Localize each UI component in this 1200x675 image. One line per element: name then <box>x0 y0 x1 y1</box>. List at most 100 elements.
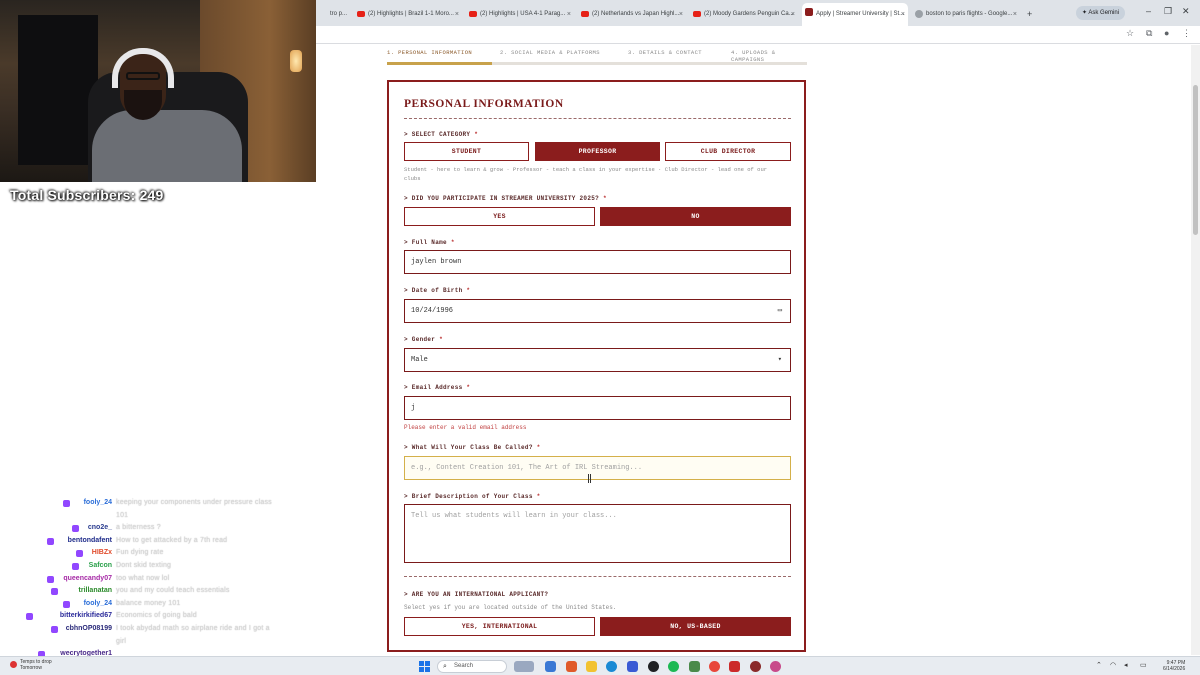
chat-username[interactable]: bentondafent <box>68 537 112 544</box>
category-club-director-button[interactable]: CLUB DIRECTOR <box>665 142 791 161</box>
class-description-label: > Brief Description of Your Class * <box>404 493 541 500</box>
browser-tab[interactable]: (2) Moody Gardens Penguin Ca... × <box>690 5 798 24</box>
dob-label: > Date of Birth * <box>404 287 471 294</box>
chrome-icon[interactable] <box>709 661 720 672</box>
new-tab-button[interactable]: + <box>1024 5 1038 24</box>
search-icon: ⌕ <box>443 663 447 670</box>
category-student-button[interactable]: STUDENT <box>404 142 529 161</box>
full-name-input[interactable]: jaylen brown <box>404 250 791 274</box>
volume-icon[interactable]: ◂ <box>1124 661 1128 669</box>
spotify-icon[interactable] <box>668 661 679 672</box>
chat-username[interactable]: Safcon <box>89 562 112 569</box>
app-icon[interactable] <box>729 661 740 672</box>
app-icon[interactable] <box>689 661 700 672</box>
close-window-icon[interactable]: ✕ <box>1182 6 1190 17</box>
close-tab-icon[interactable]: × <box>1013 5 1017 24</box>
email-error-text: Please enter a valid email address <box>404 424 527 431</box>
close-tab-icon[interactable]: × <box>567 5 571 24</box>
chat-message: bentondafent How to get attacked by a 7th… <box>0 536 300 549</box>
step-social-media[interactable]: 2. SOCIAL MEDIA & PLATFORMS <box>500 49 600 56</box>
app-icon[interactable] <box>648 661 659 672</box>
chat-username[interactable]: HIBZx <box>92 549 112 556</box>
ask-gemini-button[interactable]: ✦ Ask Gemini <box>1076 6 1126 20</box>
international-help-text: Select yes if you are located outside of… <box>404 604 617 611</box>
participated-yes-button[interactable]: YES <box>404 207 595 226</box>
taskbar-search-input[interactable]: ⌕ Search <box>437 660 507 673</box>
chat-badge-icon <box>76 550 83 558</box>
browser-tab[interactable]: (2) Netherlands vs Japan Highl... × <box>578 5 686 24</box>
close-tab-icon[interactable]: × <box>455 5 459 24</box>
page-scrollbar[interactable] <box>1191 45 1200 655</box>
profile-icon[interactable]: ● <box>1164 28 1169 38</box>
scrollbar-thumb[interactable] <box>1193 85 1198 235</box>
gender-select[interactable]: Male ▾ <box>404 348 791 372</box>
chat-username[interactable]: bitterkirkified67 <box>60 612 112 619</box>
battery-icon[interactable]: ▭ <box>1140 661 1147 669</box>
close-tab-icon[interactable]: × <box>679 5 683 24</box>
chat-message-text: I took abydad math so airplane ride and … <box>116 624 270 632</box>
minimize-icon[interactable]: – <box>1146 6 1151 16</box>
chat-message: cbhnOP08199 I took abydad math so airplan… <box>0 624 300 637</box>
app-icon[interactable] <box>770 661 781 672</box>
close-tab-icon[interactable]: × <box>901 3 905 26</box>
youtube-icon <box>357 11 365 17</box>
extensions-icon[interactable]: ⧉ <box>1146 28 1152 39</box>
step-uploads-campaigns[interactable]: 4. UPLOADS & CAMPAIGNS <box>731 49 807 63</box>
international-no-button[interactable]: NO, US-BASED <box>600 617 791 636</box>
task-view-icon[interactable] <box>545 661 556 672</box>
edge-icon[interactable] <box>606 661 617 672</box>
store-icon[interactable] <box>627 661 638 672</box>
chat-badge-icon <box>46 575 54 583</box>
chat-username[interactable]: fooly_24 <box>84 600 112 607</box>
page-title: PERSONAL INFORMATION <box>404 98 564 110</box>
chat-message-text: Economics of going bald <box>116 612 197 620</box>
email-input[interactable]: j <box>404 396 791 420</box>
browser-tab[interactable]: tro p... <box>316 5 350 24</box>
close-tab-icon[interactable]: × <box>791 5 795 24</box>
browser-tab[interactable]: (2) Highlights | Brazil 1-1 Moro... × <box>354 5 462 24</box>
chat-username[interactable]: queencandy07 <box>63 575 112 582</box>
calendar-icon[interactable]: ▭ <box>778 300 782 322</box>
chat-badge-icon <box>46 537 54 545</box>
youtube-icon <box>693 11 701 17</box>
menu-icon[interactable]: ⋮ <box>1182 28 1191 39</box>
chat-message: fooly_24 keeping your components under pr… <box>0 498 300 511</box>
dob-input[interactable]: 10/24/1996 ▭ <box>404 299 791 323</box>
chevron-down-icon: ▾ <box>777 356 782 364</box>
file-explorer-icon[interactable] <box>586 661 597 672</box>
category-professor-button[interactable]: PROFESSOR <box>535 142 660 161</box>
international-yes-button[interactable]: YES, INTERNATIONAL <box>404 617 595 636</box>
widgets-icon[interactable] <box>514 661 534 672</box>
taskbar-clock[interactable]: 9:47 PM 6/14/2026 <box>1163 660 1185 672</box>
tray-chevron-icon[interactable]: ⌃ <box>1096 661 1102 669</box>
subscriber-count: Total Subscribers: 249 <box>10 187 164 203</box>
weather-widget[interactable]: Temps to drop Tomorrow <box>10 659 52 671</box>
chat-message: HIBZx Fun dying rate <box>0 548 300 561</box>
browser-tab[interactable]: boston to paris flights - Google... × <box>912 5 1020 24</box>
browser-tab-active[interactable]: Apply | Streamer University | St... × <box>802 3 908 26</box>
chat-username[interactable]: trillanatan <box>79 587 112 594</box>
progress-fill <box>387 62 492 65</box>
chat-badge-icon <box>71 562 79 570</box>
category-label: > SELECT CATEGORY * <box>404 131 479 138</box>
wifi-icon[interactable]: ◠ <box>1110 661 1116 669</box>
participated-no-button[interactable]: NO <box>600 207 791 226</box>
bookmark-star-icon[interactable]: ☆ <box>1126 28 1134 39</box>
maximize-icon[interactable]: ❐ <box>1164 6 1172 17</box>
browser-tab[interactable]: (2) Highlights | USA 4-1 Parag... × <box>466 5 574 24</box>
windows-start-icon[interactable] <box>419 661 430 672</box>
divider <box>404 118 791 119</box>
step-details-contact[interactable]: 3. DETAILS & CONTACT <box>628 49 702 56</box>
step-personal-information[interactable]: 1. PERSONAL INFORMATION <box>387 49 472 56</box>
class-name-input[interactable]: e.g., Content Creation 101, The Art of I… <box>404 456 791 480</box>
app-icon[interactable] <box>566 661 577 672</box>
windows-taskbar: Temps to drop Tomorrow ⌕ Search ⌃ ◠ ◂ ▭ … <box>0 656 1200 675</box>
chat-badge-icon <box>71 525 79 533</box>
app-icon[interactable] <box>750 661 761 672</box>
chat-message: 101 <box>0 511 300 524</box>
chat-username[interactable]: cno2e_ <box>88 524 112 531</box>
chat-username[interactable]: fooly_24 <box>84 499 112 506</box>
chat-username[interactable]: cbhnOP08199 <box>66 625 112 632</box>
chat-message: girl <box>0 637 300 650</box>
class-description-textarea[interactable]: Tell us what students will learn in your… <box>404 504 791 563</box>
